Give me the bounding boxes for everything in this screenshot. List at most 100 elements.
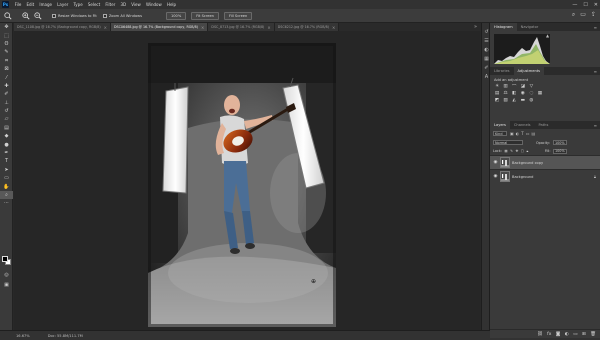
delete-layer-icon[interactable]: 🗑︎: [590, 332, 596, 337]
pixel-filter-icon[interactable]: ▣: [510, 131, 514, 136]
quick-mask-icon[interactable]: ◎: [0, 271, 13, 279]
menu-file[interactable]: File: [12, 2, 24, 7]
tab-libraries[interactable]: Libraries: [490, 67, 514, 75]
clone-stamp-tool-icon[interactable]: ⊥: [0, 99, 13, 107]
tab-document-4[interactable]: DSC6212.jpg @ 16.7% (RGB/8) ×: [274, 23, 340, 31]
brightness-contrast-icon[interactable]: ☀: [494, 84, 500, 89]
zoom-tool-icon[interactable]: [4, 11, 12, 20]
close-tab-icon[interactable]: ×: [104, 25, 107, 30]
panel-menu-icon[interactable]: ≡: [594, 121, 600, 129]
tab-layers[interactable]: Layers: [490, 121, 510, 129]
maximize-button[interactable]: ☐: [583, 2, 587, 8]
menu-edit[interactable]: Edit: [24, 2, 37, 7]
smart-object-filter-icon[interactable]: ▤: [532, 131, 536, 136]
exposure-icon[interactable]: ◪: [520, 84, 526, 89]
color-balance-icon[interactable]: ⚖: [503, 91, 509, 96]
fit-screen-button[interactable]: Fit Screen: [191, 11, 219, 20]
vibrance-icon[interactable]: ▽: [528, 84, 534, 89]
workspace-icon[interactable]: ▭: [580, 11, 586, 19]
zoom-out-icon[interactable]: [34, 11, 42, 20]
minimize-button[interactable]: —: [572, 2, 577, 8]
black-white-icon[interactable]: ◧: [511, 91, 517, 96]
layer-background-copy[interactable]: ◉ Background copy: [490, 155, 600, 169]
menu-filter[interactable]: Filter: [103, 2, 118, 7]
zoom-level[interactable]: 16.67%: [16, 334, 30, 338]
layer-background[interactable]: ◉ Background 🔒︎: [490, 169, 600, 183]
channel-mixer-icon[interactable]: ◌: [528, 91, 534, 96]
layer-name[interactable]: Background copy: [512, 161, 543, 165]
fill-screen-button[interactable]: Fill Screen: [223, 11, 253, 20]
layer-lock-icon[interactable]: 🔒︎: [594, 174, 600, 179]
invert-icon[interactable]: ◩: [494, 98, 500, 103]
zoom-tool-icon[interactable]: ⌕: [0, 190, 13, 200]
lock-artboard-icon[interactable]: ▢: [521, 149, 524, 153]
foreground-color-swatch[interactable]: [2, 256, 8, 262]
warning-icon[interactable]: ▲: [546, 33, 549, 38]
marquee-tool-icon[interactable]: ⬚: [0, 31, 13, 39]
type-tool-icon[interactable]: T: [0, 157, 13, 165]
close-button[interactable]: ✕: [594, 2, 598, 8]
pen-tool-icon[interactable]: ✒: [0, 149, 13, 157]
menu-type[interactable]: Type: [71, 2, 85, 7]
adjustment-filter-icon[interactable]: ◐: [516, 131, 520, 136]
tab-document-3[interactable]: DSC_8713.jpg @ 16.7% (RGB/8) ×: [208, 23, 275, 31]
menu-help[interactable]: Help: [164, 2, 178, 7]
lasso-tool-icon[interactable]: ʘ: [0, 40, 13, 48]
menu-3d[interactable]: 3D: [118, 2, 129, 7]
opacity-input[interactable]: 100%: [552, 140, 567, 145]
tab-navigator[interactable]: Navigator: [517, 23, 543, 31]
crop-tool-icon[interactable]: ⌗: [0, 57, 13, 65]
move-tool-icon[interactable]: ✥: [0, 23, 13, 31]
tab-histogram[interactable]: Histogram: [490, 23, 517, 31]
canvas-area[interactable]: ⊕: [14, 31, 480, 330]
blend-mode-select[interactable]: Normal: [493, 140, 523, 145]
more-tools-icon[interactable]: ⋯: [0, 199, 13, 207]
lock-all-icon[interactable]: 🔒︎: [527, 149, 529, 153]
menu-window[interactable]: Window: [143, 2, 164, 7]
tab-adjustments[interactable]: Adjustments: [513, 67, 545, 75]
document-info[interactable]: Doc: 55.8M/111.7M: [48, 334, 83, 338]
hand-tool-icon[interactable]: ✋: [0, 182, 13, 190]
lock-pixels-icon[interactable]: ▦: [504, 149, 507, 153]
visibility-eye-icon[interactable]: ◉: [492, 160, 499, 165]
menu-image[interactable]: Image: [37, 2, 55, 7]
share-icon[interactable]: ⇪: [591, 11, 596, 19]
gradient-map-icon[interactable]: ▬: [520, 98, 526, 103]
tab-document-1[interactable]: DSC_1108.jpg @ 16.7% (Background copy, R…: [14, 23, 111, 31]
path-selection-tool-icon[interactable]: ➤: [0, 166, 13, 174]
new-group-icon[interactable]: ▭: [573, 332, 577, 337]
layer-style-icon[interactable]: fx: [547, 332, 551, 337]
lock-image-icon[interactable]: ✎: [510, 149, 513, 153]
menu-select[interactable]: Select: [85, 2, 103, 7]
healing-brush-tool-icon[interactable]: ✚: [0, 82, 13, 90]
screen-mode-icon[interactable]: ▣: [0, 281, 13, 289]
add-mask-icon[interactable]: ◙: [556, 332, 560, 337]
selective-color-icon[interactable]: ◍: [528, 98, 534, 103]
resize-windows-checkbox[interactable]: Resize Windows to Fit: [52, 13, 97, 18]
close-tab-icon[interactable]: ×: [267, 25, 270, 30]
tab-channels[interactable]: Channels: [510, 121, 535, 129]
menu-view[interactable]: View: [129, 2, 144, 7]
document-canvas[interactable]: [148, 43, 336, 327]
type-filter-icon[interactable]: T: [521, 131, 523, 136]
blur-tool-icon[interactable]: ◆: [0, 132, 13, 140]
menu-layer[interactable]: Layer: [55, 2, 71, 7]
checkbox-box[interactable]: [102, 13, 107, 18]
zoom-all-windows-checkbox[interactable]: Zoom All Windows: [102, 13, 142, 18]
hue-saturation-icon[interactable]: ▤: [494, 91, 500, 96]
frame-tool-icon[interactable]: ⊠: [0, 65, 13, 73]
threshold-icon[interactable]: ◭: [511, 98, 517, 103]
link-layers-icon[interactable]: ⛓: [537, 332, 543, 337]
lock-position-icon[interactable]: ✥: [515, 149, 518, 153]
new-layer-icon[interactable]: ⊞: [582, 332, 586, 337]
eyedropper-tool-icon[interactable]: ⁄: [0, 73, 13, 81]
color-lookup-icon[interactable]: ▦: [537, 91, 543, 96]
rectangle-tool-icon[interactable]: ▭: [0, 174, 13, 182]
history-brush-tool-icon[interactable]: ↺: [0, 107, 13, 115]
panel-menu-icon[interactable]: ≡: [594, 67, 600, 75]
quick-select-tool-icon[interactable]: ✎: [0, 48, 13, 56]
tabs-overflow-icon[interactable]: »: [470, 23, 481, 31]
shape-filter-icon[interactable]: ▭: [526, 131, 530, 136]
tab-document-2[interactable]: DSC06488.jpg @ 16.7% (Background copy, R…: [110, 23, 209, 31]
new-adjustment-layer-icon[interactable]: ◐: [565, 332, 569, 337]
